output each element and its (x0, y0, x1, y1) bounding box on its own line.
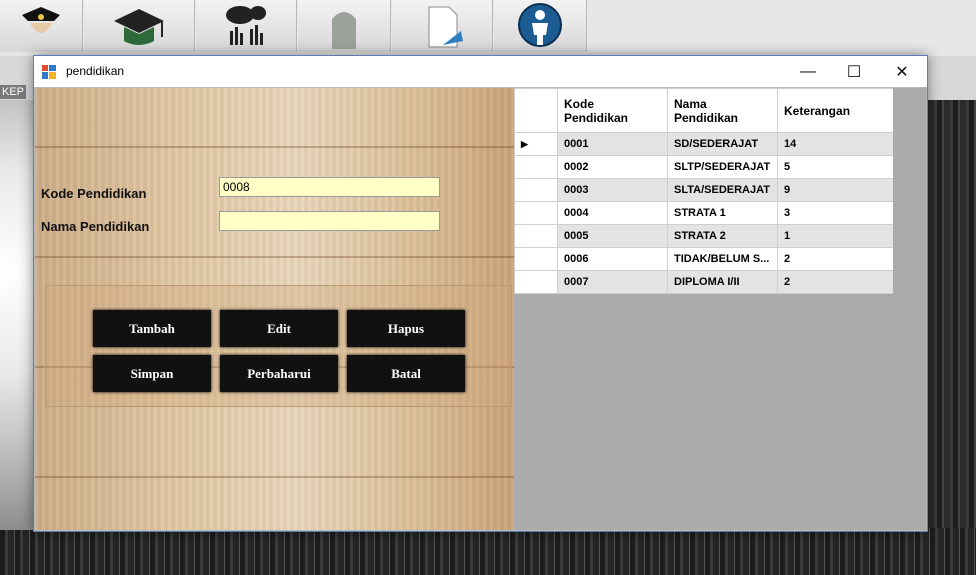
row-header[interactable] (514, 224, 558, 248)
nama-pendidikan-input[interactable] (219, 211, 440, 231)
table-row[interactable]: 0006 TIDAK/BELUM S... 2 (514, 247, 894, 271)
person-icon[interactable] (494, 0, 587, 52)
nama-pendidikan-label: Nama Pendidikan (41, 219, 150, 234)
current-row-marker[interactable]: ▶ (514, 132, 558, 156)
grid-empty-area (893, 88, 926, 530)
gravestone-icon[interactable] (298, 0, 391, 52)
app-icon (42, 65, 56, 79)
table-row[interactable]: 0007 DIPLOMA I/II 2 (514, 270, 894, 294)
cell-nama[interactable]: DIPLOMA I/II (667, 270, 778, 294)
row-header[interactable] (514, 178, 558, 202)
table-row[interactable]: ▶ 0001 SD/SEDERAJAT 14 (514, 132, 894, 156)
chart-icon[interactable] (196, 0, 297, 52)
graduation-cap-icon[interactable] (84, 0, 195, 52)
desktop-background-bottom (0, 528, 976, 575)
hapus-button[interactable]: Hapus (347, 310, 465, 347)
row-header[interactable] (514, 247, 558, 271)
column-header-nama[interactable]: Nama Pendidikan (667, 88, 778, 133)
background-graphic (0, 100, 34, 530)
cell-kode[interactable]: 0001 (557, 132, 668, 156)
cell-keterangan[interactable]: 3 (777, 201, 894, 225)
cell-keterangan[interactable]: 2 (777, 247, 894, 271)
table-row[interactable]: 0002 SLTP/SEDERAJAT 5 (514, 155, 894, 179)
batal-button[interactable]: Batal (347, 355, 465, 392)
table-row[interactable]: 0003 SLTA/SEDERAJAT 9 (514, 178, 894, 202)
row-header[interactable] (514, 270, 558, 294)
column-header-kode[interactable]: Kode Pendidikan (557, 88, 668, 133)
cell-nama[interactable]: TIDAK/BELUM S... (667, 247, 778, 271)
cell-kode[interactable]: 0003 (557, 178, 668, 202)
row-header[interactable] (514, 155, 558, 179)
background-side-label: KEP (0, 85, 27, 99)
cell-keterangan[interactable]: 5 (777, 155, 894, 179)
cell-kode[interactable]: 0007 (557, 270, 668, 294)
minimize-button[interactable]: — (785, 56, 831, 87)
cell-kode[interactable]: 0004 (557, 201, 668, 225)
data-grid-panel: Kode Pendidikan Nama Pendidikan Keterang… (514, 88, 926, 530)
cell-keterangan[interactable]: 2 (777, 270, 894, 294)
column-header-keterangan[interactable]: Keterangan (777, 88, 894, 133)
cell-nama[interactable]: SLTA/SEDERAJAT (667, 178, 778, 202)
simpan-button[interactable]: Simpan (93, 355, 211, 392)
cell-nama[interactable]: STRATA 1 (667, 201, 778, 225)
cell-kode[interactable]: 0002 (557, 155, 668, 179)
officer-icon[interactable] (0, 0, 83, 52)
cell-nama[interactable]: SLTP/SEDERAJAT (667, 155, 778, 179)
cell-keterangan[interactable]: 1 (777, 224, 894, 248)
kode-pendidikan-label: Kode Pendidikan (41, 186, 147, 201)
window-title: pendidikan (66, 64, 125, 78)
document-icon[interactable] (392, 0, 493, 52)
cell-kode[interactable]: 0005 (557, 224, 668, 248)
cell-keterangan[interactable]: 9 (777, 178, 894, 202)
tambah-button[interactable]: Tambah (93, 310, 211, 347)
cell-kode[interactable]: 0006 (557, 247, 668, 271)
pendidikan-grid[interactable]: Kode Pendidikan Nama Pendidikan Keterang… (514, 88, 894, 294)
action-buttons-group: Tambah Edit Hapus Simpan Perbaharui Bata… (45, 285, 512, 407)
title-bar[interactable]: pendidikan — ☐ ✕ (34, 56, 927, 87)
form-panel: Kode Pendidikan 0008 Nama Pendidikan Tam… (35, 88, 514, 530)
background-toolbar (0, 0, 976, 56)
cell-nama[interactable]: SD/SEDERAJAT (667, 132, 778, 156)
perbaharui-button[interactable]: Perbaharui (220, 355, 338, 392)
row-header-corner (514, 88, 558, 133)
table-row[interactable]: 0005 STRATA 2 1 (514, 224, 894, 248)
row-header[interactable] (514, 201, 558, 225)
pendidikan-window: pendidikan — ☐ ✕ Kode Pendidikan 0008 Na… (33, 55, 928, 532)
close-button[interactable]: ✕ (879, 56, 925, 87)
cell-keterangan[interactable]: 14 (777, 132, 894, 156)
table-row[interactable]: 0004 STRATA 1 3 (514, 201, 894, 225)
cell-nama[interactable]: STRATA 2 (667, 224, 778, 248)
maximize-button[interactable]: ☐ (831, 56, 877, 87)
kode-pendidikan-input[interactable]: 0008 (219, 177, 440, 197)
edit-button[interactable]: Edit (220, 310, 338, 347)
